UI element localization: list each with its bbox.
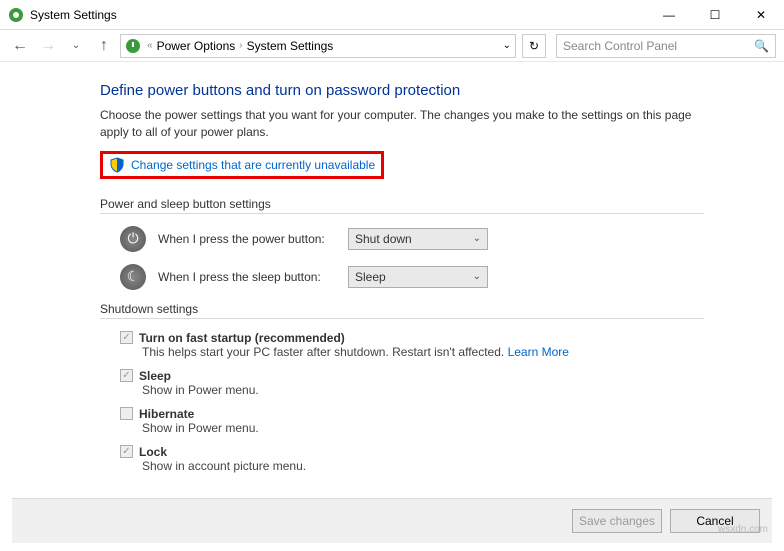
breadcrumb-power-options[interactable]: Power Options bbox=[155, 39, 238, 53]
change-settings-highlight: Change settings that are currently unava… bbox=[100, 151, 384, 179]
power-plan-icon bbox=[125, 38, 141, 54]
sleep-button-value: Sleep bbox=[355, 270, 386, 284]
shutdown-section-header: Shutdown settings bbox=[100, 302, 704, 319]
search-placeholder: Search Control Panel bbox=[563, 39, 677, 53]
address-bar[interactable]: « Power Options › System Settings ⌄ bbox=[120, 34, 516, 58]
fast-startup-label: Turn on fast startup (recommended) bbox=[139, 331, 345, 345]
minimize-button[interactable]: — bbox=[646, 0, 692, 30]
hibernate-help: Show in Power menu. bbox=[120, 421, 704, 435]
maximize-button[interactable]: ☐ bbox=[692, 0, 738, 30]
window-controls: — ☐ ✕ bbox=[646, 0, 784, 30]
fast-startup-row: Turn on fast startup (recommended) This … bbox=[100, 331, 704, 359]
fast-startup-help: This helps start your PC faster after sh… bbox=[142, 345, 508, 359]
change-settings-link[interactable]: Change settings that are currently unava… bbox=[131, 158, 375, 172]
power-button-value: Shut down bbox=[355, 232, 412, 246]
chevron-down-icon: ⌄ bbox=[473, 233, 481, 244]
sleep-checkbox[interactable] bbox=[120, 369, 133, 382]
breadcrumb-sep-icon: › bbox=[237, 40, 244, 51]
breadcrumb-sep-icon: « bbox=[145, 40, 155, 51]
sleep-icon: ☾ bbox=[120, 264, 146, 290]
watermark: wsxdn.com bbox=[718, 524, 768, 535]
forward-button[interactable]: → bbox=[36, 34, 60, 58]
lock-label: Lock bbox=[139, 445, 167, 459]
sleep-row: Sleep Show in Power menu. bbox=[100, 369, 704, 397]
address-dropdown-icon[interactable]: ⌄ bbox=[503, 40, 511, 51]
search-input[interactable]: Search Control Panel 🔍 bbox=[556, 34, 776, 58]
window-title: System Settings bbox=[30, 8, 646, 22]
up-button[interactable]: ↑ bbox=[92, 34, 116, 58]
lock-help: Show in account picture menu. bbox=[120, 459, 704, 473]
learn-more-link[interactable]: Learn More bbox=[508, 345, 569, 359]
fast-startup-checkbox[interactable] bbox=[120, 331, 133, 344]
refresh-button[interactable]: ↻ bbox=[522, 34, 546, 58]
sleep-button-row: ☾ When I press the sleep button: Sleep ⌄ bbox=[100, 264, 704, 290]
power-icon: ⏻ bbox=[120, 226, 146, 252]
page-heading: Define power buttons and turn on passwor… bbox=[100, 82, 704, 99]
page-description: Choose the power settings that you want … bbox=[100, 107, 704, 141]
power-button-row: ⏻ When I press the power button: Shut do… bbox=[100, 226, 704, 252]
sleep-label: Sleep bbox=[139, 369, 171, 383]
breadcrumb-system-settings[interactable]: System Settings bbox=[245, 39, 336, 53]
power-button-label: When I press the power button: bbox=[158, 232, 348, 246]
lock-row: Lock Show in account picture menu. bbox=[100, 445, 704, 473]
shield-icon bbox=[109, 157, 125, 173]
hibernate-label: Hibernate bbox=[139, 407, 194, 421]
lock-checkbox[interactable] bbox=[120, 445, 133, 458]
app-icon bbox=[8, 7, 24, 23]
sleep-button-label: When I press the sleep button: bbox=[158, 270, 348, 284]
sleep-help: Show in Power menu. bbox=[120, 383, 704, 397]
hibernate-checkbox[interactable] bbox=[120, 407, 133, 420]
nav-bar: ← → ⌄ ↑ « Power Options › System Setting… bbox=[0, 30, 784, 62]
back-button[interactable]: ← bbox=[8, 34, 32, 58]
footer-buttons: Save changes Cancel bbox=[12, 498, 772, 543]
title-bar: System Settings — ☐ ✕ bbox=[0, 0, 784, 30]
save-changes-button[interactable]: Save changes bbox=[572, 509, 662, 533]
hibernate-row: Hibernate Show in Power menu. bbox=[100, 407, 704, 435]
chevron-down-icon: ⌄ bbox=[473, 271, 481, 282]
sleep-button-select[interactable]: Sleep ⌄ bbox=[348, 266, 488, 288]
content-area: Define power buttons and turn on passwor… bbox=[0, 62, 784, 473]
search-icon: 🔍 bbox=[754, 39, 769, 53]
recent-dropdown[interactable]: ⌄ bbox=[64, 34, 88, 58]
power-button-select[interactable]: Shut down ⌄ bbox=[348, 228, 488, 250]
power-sleep-section-header: Power and sleep button settings bbox=[100, 197, 704, 214]
close-button[interactable]: ✕ bbox=[738, 0, 784, 30]
